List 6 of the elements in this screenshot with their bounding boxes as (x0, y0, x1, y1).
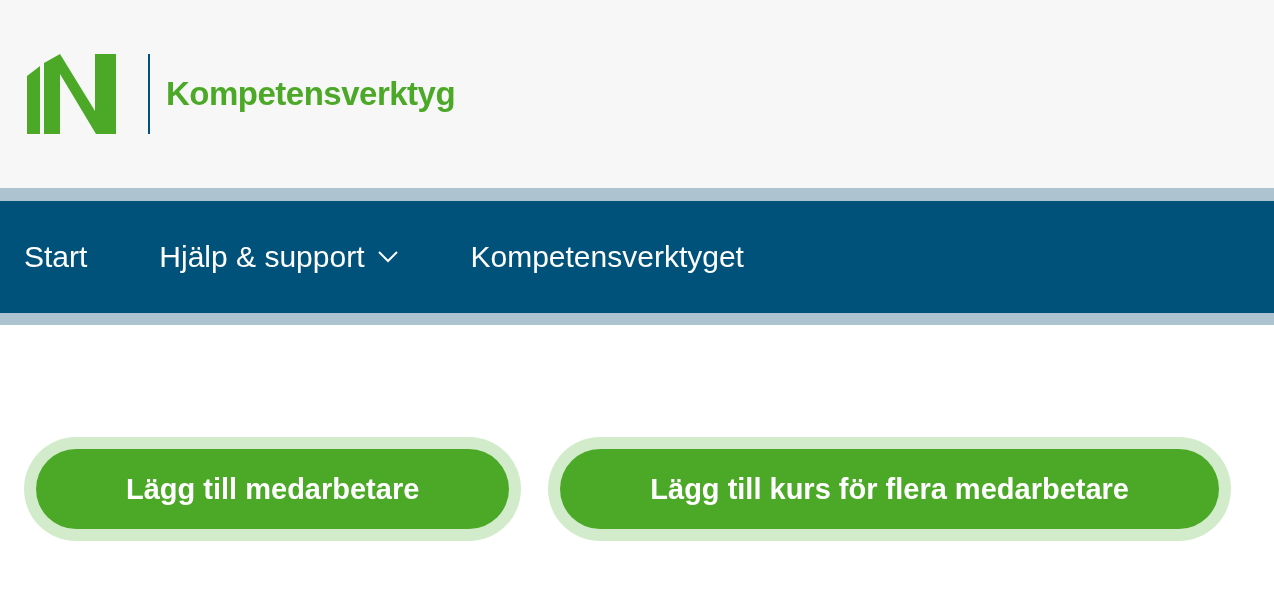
site-title: Kompetensverktyg (166, 75, 456, 113)
nav-link[interactable]: Kompetensverktyget (470, 240, 744, 274)
nav-link[interactable]: Hjälp & support (159, 240, 399, 274)
nav-link[interactable]: Start (24, 240, 88, 274)
chevron-down-icon (378, 251, 399, 263)
logo-icon (27, 54, 117, 134)
